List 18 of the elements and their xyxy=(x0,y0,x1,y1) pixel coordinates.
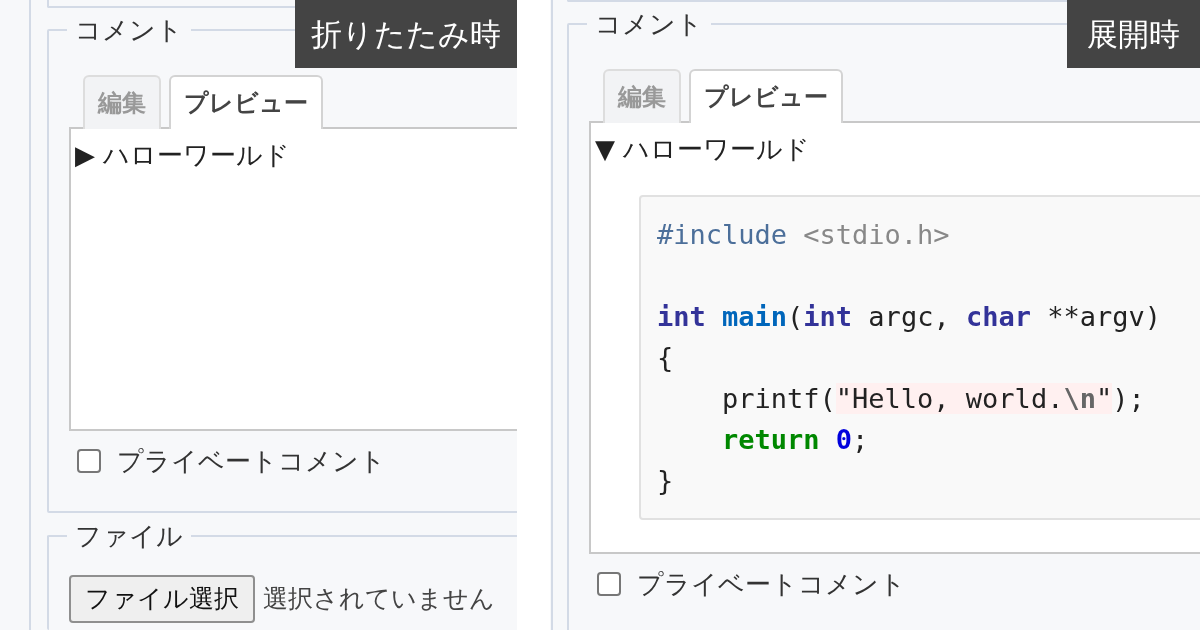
checkbox-label: プライベートコメント xyxy=(637,568,906,601)
code-line: printf("Hello, world.\n"); xyxy=(721,382,1145,416)
code-line: #include <stdio.h> xyxy=(657,218,950,252)
file-status: 選択されていません xyxy=(263,583,495,616)
code-line: int main(int argc, char **argv) xyxy=(657,300,1161,334)
badge-label: 折りたたみ時 xyxy=(311,14,501,54)
tab[interactable]: プレビュー xyxy=(169,75,323,130)
badge-label: 展開時 xyxy=(1087,14,1180,54)
code-line: return 0; xyxy=(721,423,869,457)
checkbox-label: プライベートコメント xyxy=(117,445,386,479)
details-summary[interactable]: ▼ ハローワールド xyxy=(591,133,811,165)
checkbox[interactable] xyxy=(597,572,621,596)
code-line: { xyxy=(657,341,674,375)
tab[interactable]: プレビュー xyxy=(689,69,843,123)
details-summary[interactable]: ▶ ハローワールド xyxy=(71,139,291,172)
file-select-button[interactable]: ファイル選択 xyxy=(69,575,255,624)
checkbox[interactable] xyxy=(77,449,101,474)
code-line: } xyxy=(657,464,674,498)
